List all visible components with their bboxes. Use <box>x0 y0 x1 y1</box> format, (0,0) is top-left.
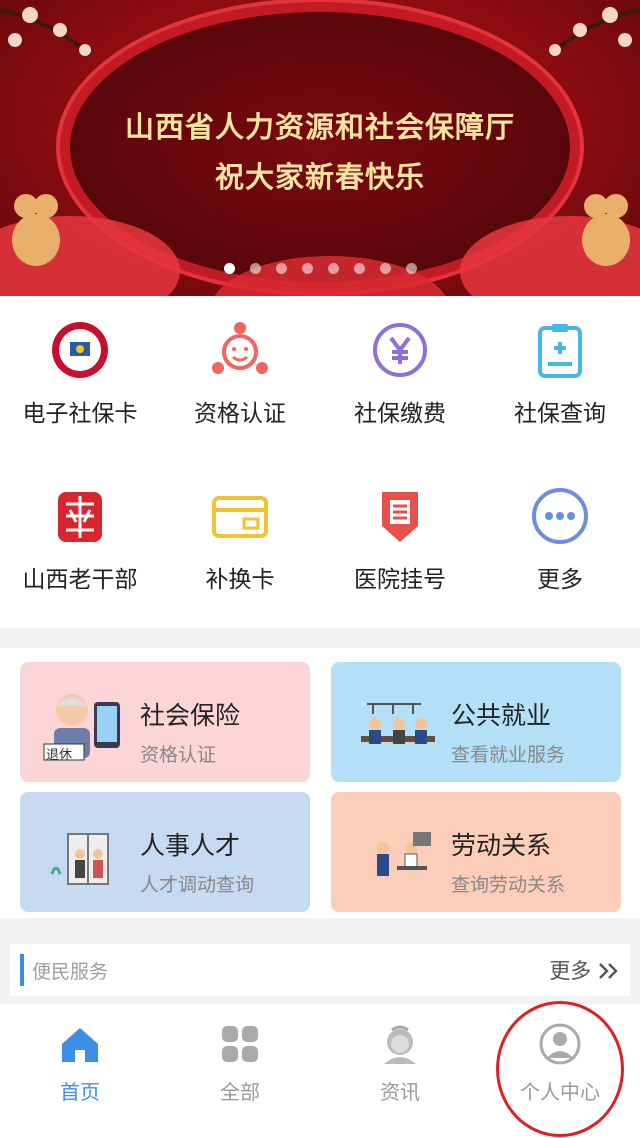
card-title: 社会保险 <box>140 701 241 730</box>
banner-title-line1: 山西省人力资源和社会保障厅 <box>124 110 515 144</box>
face-verification-icon <box>212 322 268 374</box>
section-accent-bar <box>20 954 24 986</box>
news-person-icon <box>384 1025 416 1064</box>
social-security-card-icon <box>52 322 108 378</box>
grid-item-query[interactable]: 社保查询 <box>480 296 640 456</box>
grid-item-label: 社保缴费 <box>354 401 446 427</box>
yuan-payment-icon <box>373 323 427 377</box>
card-personnel-talent[interactable]: 人事人才 人才调动查询 <box>20 792 310 912</box>
grid-item-hospital[interactable]: 医院挂号 <box>320 462 480 622</box>
tab-home[interactable]: 首页 <box>0 1004 160 1138</box>
double-chevron-right-icon <box>599 963 618 979</box>
promo-banner[interactable]: 山西省人力资源和社会保障厅 祝大家新春快乐 <box>0 0 640 296</box>
labor-consult-illustration <box>377 832 431 876</box>
card-labor-relations[interactable]: 劳动关系 查询劳动关系 <box>331 792 621 912</box>
section-title: 便民服务 <box>32 961 109 983</box>
grid-item-label: 补换卡 <box>205 567 275 593</box>
carousel-dot[interactable] <box>405 263 417 274</box>
card-title: 劳动关系 <box>451 831 552 860</box>
hospital-register-icon <box>382 492 418 542</box>
card-social-insurance[interactable]: 退休 社会保险 资格认证 <box>20 662 310 782</box>
plum-blossom-left-decoration <box>0 7 92 57</box>
grid-item-qualification[interactable]: 资格认证 <box>160 296 320 456</box>
clipboard-query-icon <box>538 324 582 378</box>
more-dots-icon <box>532 488 588 544</box>
tab-label: 全部 <box>220 1080 260 1104</box>
tab-all[interactable]: 全部 <box>160 1004 320 1138</box>
more-link-label: 更多 <box>549 959 592 983</box>
category-cards: 退休 社会保险 资格认证 公共就业 查看就业服务 人事人才 人才调动查询 劳动关… <box>0 648 640 918</box>
card-subtitle: 资格认证 <box>140 744 217 766</box>
carousel-indicator[interactable] <box>0 263 640 274</box>
grid-item-label: 资格认证 <box>194 401 286 427</box>
grid-item-label: 社保查询 <box>514 401 606 427</box>
carousel-dot[interactable] <box>353 263 365 274</box>
retire-tag: 退休 <box>46 748 73 763</box>
carousel-dot[interactable] <box>249 263 261 274</box>
grid-item-label: 更多 <box>537 567 583 593</box>
card-public-employment[interactable]: 公共就业 查看就业服务 <box>331 662 621 782</box>
carousel-dot[interactable] <box>223 263 235 274</box>
veteran-cadre-icon <box>58 492 102 542</box>
grid-item-veteran-cadre[interactable]: 山西老干部 <box>0 462 160 622</box>
elevator-people-illustration <box>50 833 109 885</box>
tab-news[interactable]: 资讯 <box>320 1004 480 1138</box>
golden-mouse-left-decoration <box>12 194 60 266</box>
card-title: 公共就业 <box>451 701 552 730</box>
carousel-dot[interactable] <box>301 263 313 274</box>
tab-label: 资讯 <box>380 1080 420 1104</box>
card-replace-icon <box>212 496 268 538</box>
card-subtitle: 人才调动查询 <box>140 874 255 896</box>
office-meeting-illustration <box>361 703 435 744</box>
grid-item-more[interactable]: 更多 <box>480 462 640 622</box>
card-subtitle: 查看就业服务 <box>451 744 566 766</box>
grid-item-card-replace[interactable]: 补换卡 <box>160 462 320 622</box>
card-subtitle: 查询劳动关系 <box>451 874 566 896</box>
card-title: 人事人才 <box>140 831 241 860</box>
grid-item-label: 医院挂号 <box>354 567 446 593</box>
grid-icon <box>222 1026 258 1062</box>
carousel-dot[interactable] <box>327 263 339 274</box>
golden-mouse-right-decoration <box>582 194 630 266</box>
service-icon-grid: 电子社保卡 资格认证 社保缴费 社保查询 山西老干部 补换卡 医院挂号 更多 <box>0 296 640 628</box>
grid-item-payment[interactable]: 社保缴费 <box>320 296 480 456</box>
grid-item-label: 电子社保卡 <box>22 401 138 427</box>
home-icon <box>62 1028 98 1062</box>
grid-item-label: 山西老干部 <box>22 567 138 593</box>
banner-title-line2: 祝大家新春快乐 <box>214 160 425 194</box>
carousel-dot[interactable] <box>275 263 287 274</box>
more-link[interactable]: 更多 <box>549 955 620 985</box>
tab-label: 首页 <box>60 1080 100 1104</box>
convenience-service-bar: 便民服务 更多 <box>10 944 630 996</box>
plum-blossom-right-decoration <box>548 7 640 57</box>
red-circle-annotation <box>496 1001 624 1137</box>
carousel-dot[interactable] <box>379 263 391 274</box>
grid-item-e-social-card[interactable]: 电子社保卡 <box>0 296 160 456</box>
